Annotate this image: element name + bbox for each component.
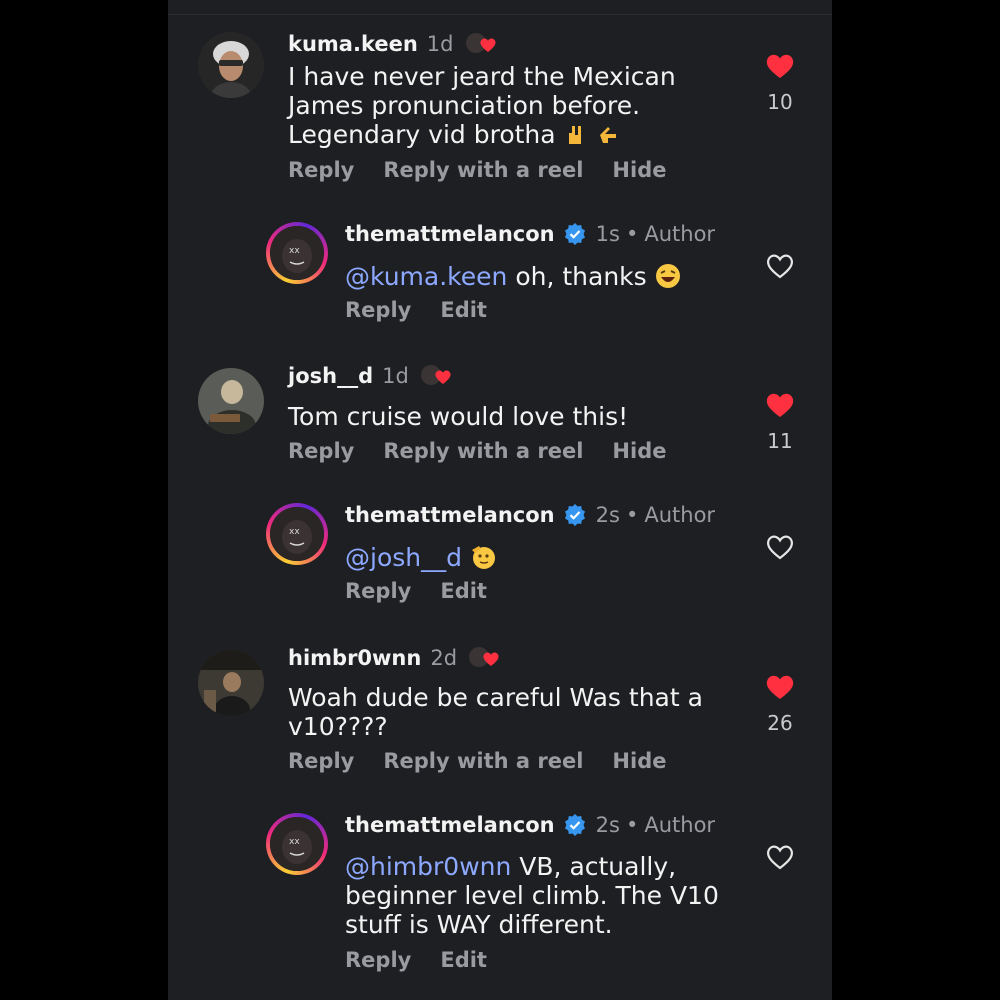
edit-button[interactable]: Edit <box>440 948 487 972</box>
comment-username[interactable]: themattmelancon <box>345 813 555 837</box>
comment-actions: Reply Edit <box>345 298 516 322</box>
mention-link[interactable]: @josh__d <box>345 543 462 572</box>
mention-link[interactable]: @kuma.keen <box>345 262 507 291</box>
comment-text: Tom cruise would love this! <box>288 402 629 431</box>
laughing-face-icon <box>655 263 681 295</box>
reply-button[interactable]: Reply <box>345 298 411 322</box>
avatar[interactable] <box>198 650 264 716</box>
reply-button[interactable]: Reply <box>345 579 411 603</box>
verified-badge-icon <box>563 503 587 527</box>
like-heart-outline-icon[interactable] <box>765 843 795 875</box>
comment-username[interactable]: themattmelancon <box>345 503 555 527</box>
comment-text: I have never jeard the Mexican James pro… <box>288 62 676 153</box>
comment-time: 2s <box>595 503 620 527</box>
reply-button[interactable]: Reply <box>345 948 411 972</box>
svg-text:xx: xx <box>289 246 300 256</box>
like-count: 10 <box>767 90 793 114</box>
comment-username[interactable]: kuma.keen <box>288 32 418 56</box>
like-heart-filled-icon[interactable] <box>765 391 795 423</box>
comment-username[interactable]: himbr0wnn <box>288 646 421 670</box>
comment-actions: Reply Reply with a reel Hide <box>288 158 695 182</box>
divider <box>168 14 832 15</box>
like-heart-filled-icon[interactable] <box>765 52 795 84</box>
comment-time: 2d <box>430 646 458 670</box>
comment-text: @josh__d <box>345 543 498 576</box>
hide-button[interactable]: Hide <box>612 439 666 463</box>
avatar[interactable]: xx <box>266 503 328 565</box>
saluting-face-icon <box>470 544 498 576</box>
rock-on-hand-icon <box>564 123 588 153</box>
creator-liked-badge-icon <box>465 644 505 672</box>
svg-text:xx: xx <box>289 527 300 537</box>
avatar[interactable]: xx <box>266 813 328 875</box>
author-label: Author <box>644 503 716 527</box>
comment-actions: Reply Reply with a reel Hide <box>288 749 695 773</box>
comment-actions: Reply Edit <box>345 579 516 603</box>
reply-button[interactable]: Reply <box>288 158 354 182</box>
svg-text:xx: xx <box>289 837 300 847</box>
edit-button[interactable]: Edit <box>440 579 487 603</box>
reply-with-reel-button[interactable]: Reply with a reel <box>383 439 583 463</box>
comment-text: @kuma.keen oh, thanks <box>345 262 681 295</box>
pointing-hand-icon <box>596 123 620 153</box>
author-label: Author <box>644 813 716 837</box>
verified-badge-icon <box>563 222 587 246</box>
edit-button[interactable]: Edit <box>440 298 487 322</box>
reply-button[interactable]: Reply <box>288 439 354 463</box>
verified-badge-icon <box>563 813 587 837</box>
comment-time: 2s <box>595 813 620 837</box>
comment-time: 1d <box>426 32 454 56</box>
hide-button[interactable]: Hide <box>612 158 666 182</box>
reply-with-reel-button[interactable]: Reply with a reel <box>383 749 583 773</box>
creator-liked-badge-icon <box>417 362 457 390</box>
like-count: 26 <box>767 711 793 735</box>
like-heart-filled-icon[interactable] <box>765 673 795 705</box>
avatar[interactable]: xx <box>266 222 328 284</box>
reply-with-reel-button[interactable]: Reply with a reel <box>383 158 583 182</box>
like-heart-outline-icon[interactable] <box>765 252 795 284</box>
author-label: Author <box>644 222 716 246</box>
comment-username[interactable]: themattmelancon <box>345 222 555 246</box>
like-count: 11 <box>767 429 793 453</box>
mention-link[interactable]: @himbr0wnn <box>345 852 511 881</box>
comment-username[interactable]: josh__d <box>288 364 373 388</box>
creator-liked-badge-icon <box>462 30 502 58</box>
comments-panel: kuma.keen 1d I have never jeard the Mexi… <box>168 0 832 1000</box>
comment-text: @himbr0wnn VB, actually, beginner level … <box>345 852 719 939</box>
hide-button[interactable]: Hide <box>612 749 666 773</box>
comment-text: Woah dude be careful Was that a v10???? <box>288 683 703 741</box>
comment-time: 1s <box>595 222 620 246</box>
comment-actions: Reply Edit <box>345 948 516 972</box>
comment-actions: Reply Reply with a reel Hide <box>288 439 695 463</box>
comment-time: 1d <box>382 364 409 388</box>
avatar[interactable] <box>198 368 264 434</box>
avatar[interactable] <box>198 32 264 98</box>
reply-button[interactable]: Reply <box>288 749 354 773</box>
like-heart-outline-icon[interactable] <box>765 533 795 565</box>
